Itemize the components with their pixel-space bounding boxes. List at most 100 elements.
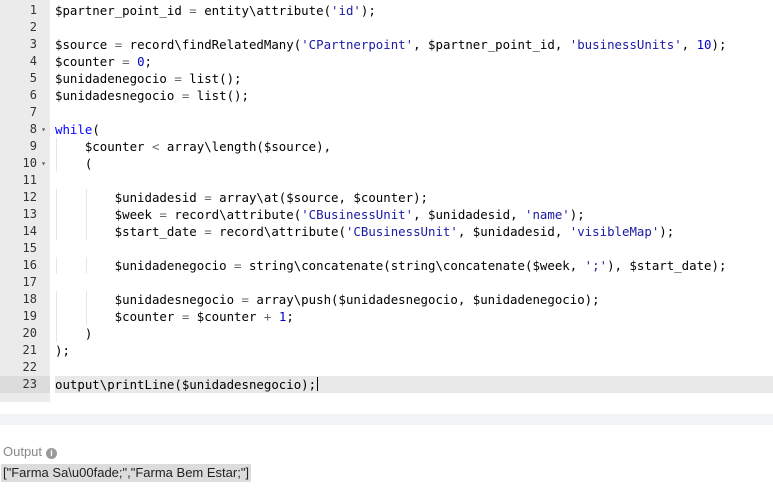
line-number-cell: 12 bbox=[0, 189, 50, 206]
code-line-text[interactable] bbox=[55, 274, 773, 291]
code-line-text[interactable] bbox=[55, 19, 773, 36]
line-number: 20 bbox=[22, 326, 37, 340]
code-line[interactable]: 15 bbox=[0, 240, 773, 257]
line-number-cell: 2 bbox=[0, 19, 50, 36]
line-number-cell: 13 bbox=[0, 206, 50, 223]
line-number: 23 bbox=[22, 377, 37, 391]
line-number: 9 bbox=[29, 139, 37, 153]
code-line[interactable]: 16 $unidadenegocio = string\concatenate(… bbox=[0, 257, 773, 274]
code-line-text[interactable]: while( bbox=[55, 121, 773, 138]
line-number: 12 bbox=[22, 190, 37, 204]
caret-down-icon[interactable]: ▾ bbox=[41, 155, 46, 172]
code-line-text[interactable]: $unidadesnegocio = list(); bbox=[55, 87, 773, 104]
output-label: Output i bbox=[3, 444, 58, 459]
line-number-cell: 17 bbox=[0, 274, 50, 291]
code-line[interactable]: 14 $start_date = record\attribute('CBusi… bbox=[0, 223, 773, 240]
line-number: 17 bbox=[22, 275, 37, 289]
code-line-text[interactable]: $counter < array\length($source), bbox=[55, 138, 773, 155]
line-number-cell: 23 bbox=[0, 376, 50, 393]
line-number-cell: 3 bbox=[0, 36, 50, 53]
line-number: 14 bbox=[22, 224, 37, 238]
code-line[interactable]: 22 bbox=[0, 359, 773, 376]
code-line[interactable]: 12 $unidadesid = array\at($source, $coun… bbox=[0, 189, 773, 206]
code-line[interactable]: 21); bbox=[0, 342, 773, 359]
code-line[interactable]: 3 $source = record\findRelatedMany('CPart… bbox=[0, 36, 773, 53]
line-number: 5 bbox=[29, 71, 37, 85]
line-number: 18 bbox=[22, 292, 37, 306]
code-line-text[interactable] bbox=[55, 240, 773, 257]
panel-divider bbox=[0, 414, 773, 425]
line-number-cell: 4 bbox=[0, 53, 50, 70]
code-line[interactable]: 19 $counter = $counter + 1; bbox=[0, 308, 773, 325]
code-line[interactable]: 8 ▾ while( bbox=[0, 121, 773, 138]
line-number-cell: 9 bbox=[0, 138, 50, 155]
code-line-text[interactable]: $week = record\attribute('CBusinessUnit'… bbox=[55, 206, 773, 223]
code-line-text[interactable]: $unidadesid = array\at($source, $counter… bbox=[55, 189, 773, 206]
code-line-text[interactable]: $partner_point_id = entity\attribute('id… bbox=[55, 2, 773, 19]
line-number-cell: 18 bbox=[0, 291, 50, 308]
code-line[interactable]: 7 bbox=[0, 104, 773, 121]
code-line-text[interactable]: ); bbox=[55, 342, 773, 359]
code-line-text[interactable]: $unidadesnegocio = array\push($unidadesn… bbox=[55, 291, 773, 308]
code-line-text[interactable]: $counter = $counter + 1; bbox=[55, 308, 773, 325]
line-number-cell: 20 bbox=[0, 325, 50, 342]
output-value: ["Farma Sa\u00fade;","Farma Bem Estar;"] bbox=[1, 464, 252, 482]
line-number: 2 bbox=[29, 20, 37, 34]
code-line[interactable]: 5 $unidadenegocio = list(); bbox=[0, 70, 773, 87]
code-line-text[interactable] bbox=[55, 172, 773, 189]
line-number: 11 bbox=[22, 173, 37, 187]
line-number: 8 bbox=[29, 122, 37, 136]
line-number: 16 bbox=[22, 258, 37, 272]
code-line[interactable]: 10 ▾ ( bbox=[0, 155, 773, 172]
text-cursor bbox=[317, 377, 319, 391]
line-number-cell: 10 ▾ bbox=[0, 155, 50, 172]
line-number: 6 bbox=[29, 88, 37, 102]
output-label-text: Output bbox=[3, 444, 43, 459]
code-line[interactable]: 23 output\printLine($unidadesnegocio); bbox=[0, 376, 773, 393]
caret-down-icon[interactable]: ▾ bbox=[41, 121, 46, 138]
code-line[interactable]: 20 ) bbox=[0, 325, 773, 342]
line-number: 3 bbox=[29, 37, 37, 51]
line-number-cell: 6 bbox=[0, 87, 50, 104]
line-number-cell: 16 bbox=[0, 257, 50, 274]
line-number-cell: 7 bbox=[0, 104, 50, 121]
code-line[interactable]: 11 bbox=[0, 172, 773, 189]
code-line[interactable]: 18 $unidadesnegocio = array\push($unidad… bbox=[0, 291, 773, 308]
code-line-text[interactable]: ( bbox=[55, 155, 773, 172]
line-number-cell: 21 bbox=[0, 342, 50, 359]
line-number: 1 bbox=[29, 3, 37, 17]
code-line-text[interactable] bbox=[55, 104, 773, 121]
line-number-cell: 22 bbox=[0, 359, 50, 376]
line-number: 10 bbox=[22, 156, 37, 170]
code-line-text[interactable] bbox=[55, 359, 773, 376]
code-line-text[interactable]: $unidadenegocio = string\concatenate(str… bbox=[55, 257, 773, 274]
line-number-cell: 8 ▾ bbox=[0, 121, 50, 138]
line-number-cell: 19 bbox=[0, 308, 50, 325]
line-number-cell: 5 bbox=[0, 70, 50, 87]
code-line[interactable]: 1 $partner_point_id = entity\attribute('i… bbox=[0, 2, 773, 19]
code-line-text[interactable]: ) bbox=[55, 325, 773, 342]
code-line[interactable]: 2 bbox=[0, 19, 773, 36]
code-line[interactable]: 17 bbox=[0, 274, 773, 291]
line-number: 15 bbox=[22, 241, 37, 255]
line-number: 4 bbox=[29, 54, 37, 68]
code-editor[interactable]: 1 $partner_point_id = entity\attribute('i… bbox=[0, 0, 773, 402]
code-line-text[interactable]: $source = record\findRelatedMany('CPartn… bbox=[55, 36, 773, 53]
line-number: 7 bbox=[29, 105, 37, 119]
code-line-text[interactable]: $counter = 0; bbox=[55, 53, 773, 70]
code-line[interactable]: 13 $week = record\attribute('CBusinessUn… bbox=[0, 206, 773, 223]
code-line-text[interactable]: $start_date = record\attribute('CBusines… bbox=[55, 223, 773, 240]
code-line[interactable]: 4 $counter = 0; bbox=[0, 53, 773, 70]
line-number: 22 bbox=[22, 360, 37, 374]
line-number: 19 bbox=[22, 309, 37, 323]
line-number: 13 bbox=[22, 207, 37, 221]
code-line[interactable]: 9 $counter < array\length($source), bbox=[0, 138, 773, 155]
line-number-cell: 11 bbox=[0, 172, 50, 189]
info-icon[interactable]: i bbox=[46, 448, 58, 459]
line-number: 21 bbox=[22, 343, 37, 357]
code-line-text[interactable]: $unidadenegocio = list(); bbox=[55, 70, 773, 87]
line-number-cell: 1 bbox=[0, 2, 50, 19]
line-number-cell: 14 bbox=[0, 223, 50, 240]
code-line-text[interactable]: output\printLine($unidadesnegocio); bbox=[55, 376, 773, 393]
code-line[interactable]: 6 $unidadesnegocio = list(); bbox=[0, 87, 773, 104]
